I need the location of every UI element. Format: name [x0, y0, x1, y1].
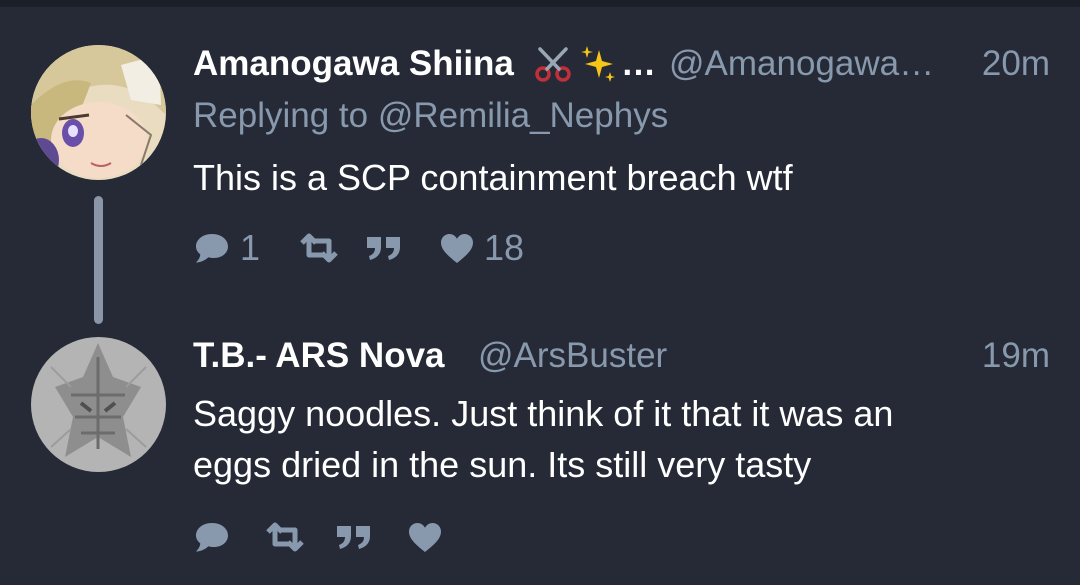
tweet-text-line: Saggy noodles. Just think of it that it …	[193, 393, 894, 434]
tweet-text-line: eggs dried in the sun. Its still very ta…	[193, 444, 812, 485]
user-handle[interactable]: @Amanogawa…	[669, 40, 934, 88]
tweet-text: Saggy noodles. Just think of it that it …	[193, 388, 893, 490]
reply-icon	[196, 523, 228, 552]
retweet-icon	[266, 522, 304, 552]
reply-button[interactable]: 1	[193, 224, 260, 272]
avatar[interactable]	[31, 337, 166, 472]
like-button[interactable]	[407, 513, 452, 561]
sparkles-icon	[581, 46, 615, 82]
replying-to-link[interactable]: @Remilia_Nephys	[378, 96, 668, 135]
reply-button[interactable]	[193, 513, 240, 561]
display-name[interactable]: T.B.- ARS Nova	[193, 332, 445, 380]
like-icon	[441, 234, 473, 263]
quote-button[interactable]	[365, 224, 403, 272]
display-name[interactable]: Amanogawa Shiina	[193, 40, 514, 88]
timestamp[interactable]: 19m	[982, 332, 1050, 380]
like-count: 18	[484, 227, 525, 268]
tweet-text: This is a SCP containment breach wtf	[193, 152, 793, 203]
replying-to: Replying to @Remilia_Nephys	[193, 92, 668, 140]
replying-prefix: Replying to	[193, 96, 369, 135]
quote-icon	[367, 237, 400, 260]
tweet-card[interactable]: T.B.- ARS Nova @ArsBuster 19m Saggy nood…	[0, 300, 1080, 585]
quote-button[interactable]	[335, 513, 373, 561]
quote-icon	[337, 526, 370, 549]
reply-count: 1	[240, 227, 261, 268]
retweet-button[interactable]	[265, 513, 305, 561]
retweet-icon	[300, 233, 338, 263]
tweet-text-line: This is a SCP containment breach wtf	[193, 157, 793, 198]
scissors-icon	[535, 47, 571, 82]
retweet-button[interactable]	[299, 224, 339, 272]
tweet-card[interactable]: Amanogawa Shiina … @Amanogawa… 20m Reply…	[0, 0, 1080, 300]
user-handle[interactable]: @ArsBuster	[478, 332, 667, 380]
name-emoji: …	[533, 40, 656, 88]
like-icon	[409, 523, 441, 552]
avatar[interactable]	[31, 45, 166, 180]
like-button[interactable]: 18	[439, 224, 524, 272]
avatar-anime-portrait	[31, 45, 166, 180]
avatar-sketch-portrait	[31, 337, 166, 472]
reply-icon	[196, 234, 228, 263]
timestamp[interactable]: 20m	[982, 40, 1050, 88]
